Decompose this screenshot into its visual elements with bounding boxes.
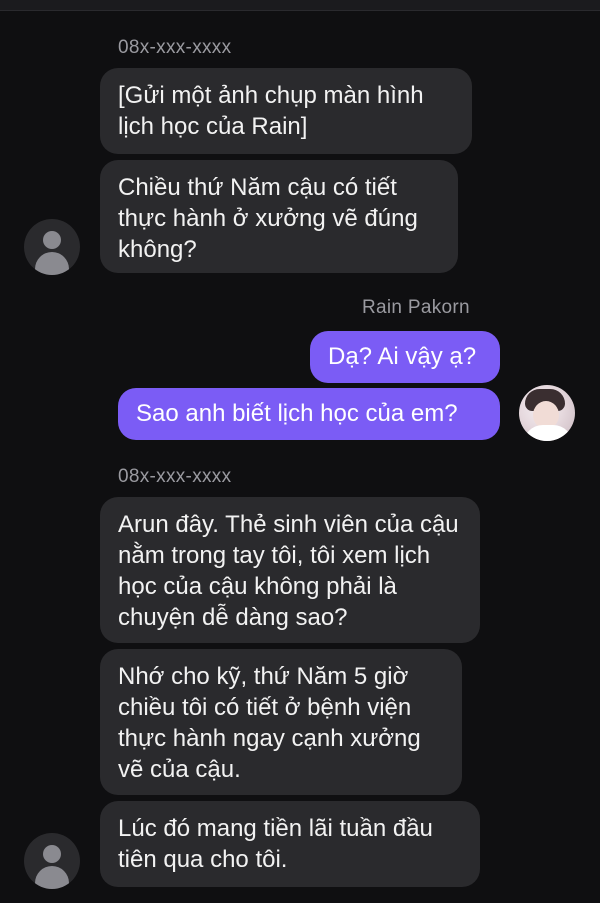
message-bubble-received[interactable]: Nhớ cho kỹ, thứ Năm 5 giờ chiều tôi có t… [100, 649, 462, 795]
message-bubble-received[interactable]: Arun đây. Thẻ sinh viên của cậu nằm tron… [100, 497, 480, 643]
contact-avatar-icon[interactable] [24, 219, 80, 275]
user-avatar-icon[interactable] [519, 385, 575, 441]
message-bubble-received[interactable]: Lúc đó mang tiền lãi tuần đầu tiên qua c… [100, 801, 480, 887]
message-bubble-received[interactable]: [Gửi một ảnh chụp màn hình lịch học của … [100, 68, 472, 154]
contact-avatar-icon[interactable] [24, 833, 80, 889]
message-bubble-sent[interactable]: Dạ? Ai vậy ạ? [310, 331, 500, 383]
top-bar [0, 0, 600, 11]
message-bubble-sent[interactable]: Sao anh biết lịch học của em? [118, 388, 500, 440]
self-name: Rain Pakorn [362, 297, 470, 318]
sender-name: 08x-xxx-xxxx [118, 37, 232, 58]
message-bubble-received[interactable]: Chiều thứ Năm cậu có tiết thực hành ở xư… [100, 160, 458, 273]
sender-name: 08x-xxx-xxxx [118, 466, 232, 487]
